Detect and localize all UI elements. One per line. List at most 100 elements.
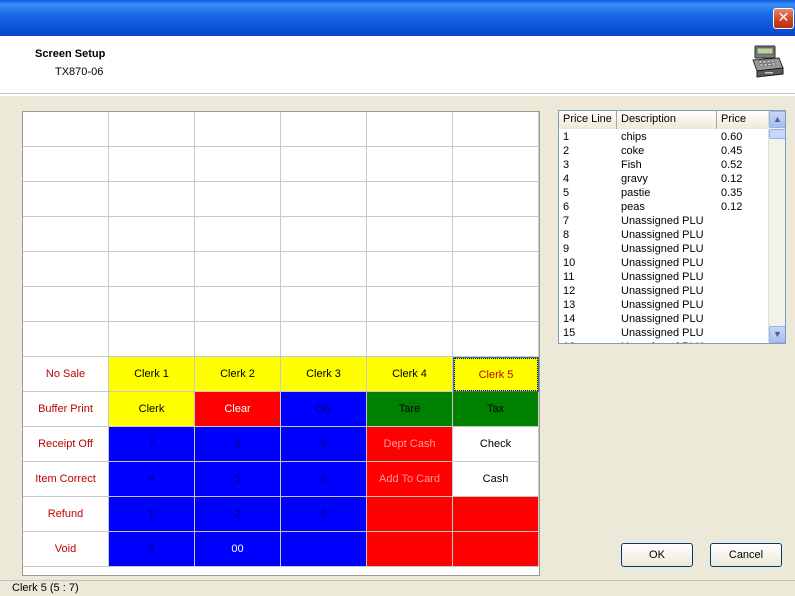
column-header-price[interactable]: Price xyxy=(717,111,769,129)
grid-key[interactable] xyxy=(195,182,281,217)
table-row[interactable]: 2 coke 0.45 xyxy=(559,144,769,158)
grid-key[interactable] xyxy=(367,182,453,217)
table-row[interactable]: 11 Unassigned PLU xyxy=(559,270,769,284)
table-row[interactable]: 6 peas 0.12 xyxy=(559,200,769,214)
grid-key[interactable]: Cash xyxy=(453,462,539,497)
grid-key[interactable]: 6 xyxy=(281,462,367,497)
grid-key[interactable]: 3 xyxy=(281,497,367,532)
grid-key[interactable] xyxy=(109,112,195,147)
grid-key[interactable] xyxy=(195,112,281,147)
grid-key[interactable] xyxy=(367,147,453,182)
grid-key[interactable] xyxy=(281,112,367,147)
grid-key[interactable]: Clerk 4 xyxy=(367,357,453,392)
grid-key[interactable] xyxy=(453,532,539,567)
grid-key[interactable] xyxy=(195,252,281,287)
grid-key[interactable] xyxy=(23,322,109,357)
grid-key[interactable]: Add To Card xyxy=(367,462,453,497)
grid-key[interactable]: 4 xyxy=(109,462,195,497)
table-row[interactable]: 10 Unassigned PLU xyxy=(559,256,769,270)
grid-key[interactable] xyxy=(23,112,109,147)
table-row[interactable]: 9 Unassigned PLU xyxy=(559,242,769,256)
table-row[interactable]: 12 Unassigned PLU xyxy=(559,284,769,298)
grid-key[interactable] xyxy=(109,182,195,217)
table-row[interactable]: 5 pastie 0.35 xyxy=(559,186,769,200)
close-button[interactable]: ✕ xyxy=(773,8,794,29)
grid-key[interactable]: Check xyxy=(453,427,539,462)
grid-key[interactable] xyxy=(453,497,539,532)
grid-key[interactable]: Tax xyxy=(453,392,539,427)
grid-key[interactable]: Clerk 1 xyxy=(109,357,195,392)
grid-key[interactable] xyxy=(367,217,453,252)
grid-key[interactable]: Receipt Off xyxy=(23,427,109,462)
table-row[interactable]: 14 Unassigned PLU xyxy=(559,312,769,326)
grid-key[interactable]: Clerk 5 xyxy=(453,357,539,392)
grid-key[interactable] xyxy=(367,497,453,532)
table-row[interactable]: 1 chips 0.60 xyxy=(559,130,769,144)
table-row[interactable]: 16Unassigned PLU xyxy=(559,340,769,343)
grid-key[interactable] xyxy=(367,287,453,322)
grid-key[interactable] xyxy=(23,147,109,182)
grid-key[interactable] xyxy=(367,112,453,147)
grid-key[interactable]: Buffer Print xyxy=(23,392,109,427)
grid-key[interactable] xyxy=(109,147,195,182)
grid-key[interactable] xyxy=(453,217,539,252)
grid-key[interactable] xyxy=(195,287,281,322)
grid-key[interactable]: Clerk xyxy=(109,392,195,427)
grid-key[interactable] xyxy=(367,252,453,287)
grid-key[interactable]: 1 xyxy=(109,497,195,532)
grid-key[interactable]: 0 xyxy=(109,532,195,567)
grid-key[interactable]: Item Correct xyxy=(23,462,109,497)
grid-key[interactable] xyxy=(109,252,195,287)
scroll-down-button[interactable]: ▼ xyxy=(769,326,785,343)
ok-button[interactable]: OK xyxy=(621,543,693,567)
table-row[interactable]: 13 Unassigned PLU xyxy=(559,298,769,312)
grid-key[interactable]: Qty xyxy=(281,392,367,427)
grid-key[interactable]: Tare xyxy=(367,392,453,427)
table-row[interactable]: 8 Unassigned PLU xyxy=(559,228,769,242)
grid-key[interactable] xyxy=(23,217,109,252)
grid-key[interactable] xyxy=(453,252,539,287)
grid-key[interactable]: Clerk 2 xyxy=(195,357,281,392)
grid-key[interactable] xyxy=(195,147,281,182)
grid-key[interactable] xyxy=(281,147,367,182)
grid-key[interactable] xyxy=(453,322,539,357)
table-row[interactable]: 15 Unassigned PLU xyxy=(559,326,769,340)
grid-key[interactable]: 5 xyxy=(195,462,281,497)
grid-key[interactable] xyxy=(109,322,195,357)
scroll-up-button[interactable]: ▲ xyxy=(769,111,785,128)
grid-key[interactable] xyxy=(195,217,281,252)
table-row[interactable]: 3 Fish 0.52 xyxy=(559,158,769,172)
grid-key[interactable] xyxy=(453,112,539,147)
grid-key[interactable]: No Sale xyxy=(23,357,109,392)
grid-key[interactable]: Clerk 3 xyxy=(281,357,367,392)
grid-key[interactable]: 00 xyxy=(195,532,281,567)
grid-key[interactable] xyxy=(453,287,539,322)
column-header-price-line[interactable]: Price Line xyxy=(559,111,617,129)
vertical-scrollbar[interactable]: ▲ ▼ xyxy=(768,111,785,343)
grid-key[interactable] xyxy=(109,287,195,322)
column-header-description[interactable]: Description xyxy=(617,111,717,129)
grid-key[interactable]: 2 xyxy=(195,497,281,532)
grid-key[interactable] xyxy=(453,182,539,217)
grid-key[interactable]: 9 xyxy=(281,427,367,462)
cancel-button[interactable]: Cancel xyxy=(710,543,782,567)
table-row[interactable]: 4 gravy 0.12 xyxy=(559,172,769,186)
grid-key[interactable] xyxy=(367,322,453,357)
grid-key[interactable] xyxy=(281,287,367,322)
grid-key[interactable] xyxy=(281,532,367,567)
grid-key[interactable] xyxy=(23,287,109,322)
grid-key[interactable] xyxy=(281,322,367,357)
grid-key[interactable]: Refund xyxy=(23,497,109,532)
grid-key[interactable] xyxy=(23,252,109,287)
grid-key[interactable] xyxy=(367,532,453,567)
grid-key[interactable]: 7 xyxy=(109,427,195,462)
plu-list[interactable]: Price Line Description Price 1 chips 0.60 2… xyxy=(558,110,786,344)
grid-key[interactable] xyxy=(23,182,109,217)
grid-key[interactable] xyxy=(453,147,539,182)
scroll-thumb[interactable] xyxy=(769,129,785,139)
grid-key[interactable] xyxy=(195,322,281,357)
table-row[interactable]: 7 Unassigned PLU xyxy=(559,214,769,228)
grid-key[interactable]: 8 xyxy=(195,427,281,462)
grid-key[interactable]: Void xyxy=(23,532,109,567)
grid-key[interactable] xyxy=(281,182,367,217)
